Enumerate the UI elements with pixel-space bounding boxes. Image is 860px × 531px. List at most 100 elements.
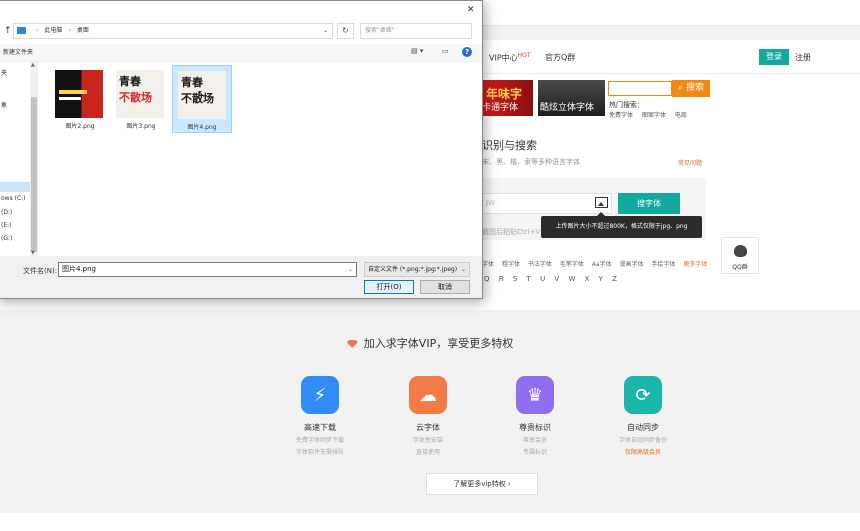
breadcrumb-desktop[interactable]: 桌面 [77,27,89,34]
font-tag[interactable]: 书法字体 [528,261,552,268]
up-arrow-icon[interactable]: ↑ [4,26,12,36]
new-folder-button[interactable]: 新建文件夹 [3,47,33,56]
feature-desc: 免费字体同步下载 [295,437,344,444]
help-icon[interactable]: ? [462,47,472,57]
qq-group-widget[interactable]: QQ群 [721,237,759,274]
hot-badge: HOT [517,52,531,59]
hot-search-link[interactable]: 电商 [675,112,687,119]
font-tag[interactable]: 手绘字体 [651,261,675,268]
view-options-icon[interactable]: ▤ ▾ [411,47,423,55]
nav-item[interactable]: 象 [1,100,7,109]
section-title: 识别与搜索 [482,139,537,152]
close-icon[interactable]: ✕ [467,5,475,15]
footer [0,513,860,531]
letter-link[interactable]: T [527,275,531,283]
thumbnail-graphic [59,90,87,94]
mouse-cursor-icon: ↖ [197,89,206,100]
faq-link[interactable]: 常见问题 [678,158,702,167]
nav-item-drive-e[interactable]: (E:) [1,222,12,229]
letter-link[interactable]: Q [484,275,490,283]
feature-vip-badge: ♛ 尊贵标识 尊享会员 专属标识 [485,376,585,457]
paste-hint: 截图后粘贴Ctrl+V [482,228,541,236]
file-name: 图片2.png [65,123,95,130]
chevron-down-icon[interactable]: ⌄ [348,263,353,276]
chevron-down-icon[interactable]: ⌄ [460,263,466,276]
hot-font-tags: 字体 粗字体 书法字体 毛笔字体 Aa字体 漫画字体 手绘字体 更多字体 [482,259,713,268]
letter-link[interactable]: R [499,275,504,283]
find-font-button[interactable]: 搜字体 [618,193,680,214]
nav-item[interactable]: 夹 [1,68,7,77]
site-search-button[interactable]: ⌕ 搜索 [672,80,710,97]
image-thumbnail [55,70,103,118]
file-item[interactable]: 青春 不散场 图片3.png [111,65,171,133]
nav-official-qq-group[interactable]: 官方Q群 [545,52,575,63]
hot-search-link[interactable]: 图案字体 [642,112,666,119]
font-tag[interactable]: 字体 [482,261,494,268]
font-tag[interactable]: 毛笔字体 [560,261,584,268]
file-name: 图片4.png [187,124,217,131]
chevron-right-icon: › [507,480,511,488]
nav-item-drive-c[interactable]: ows (C:) [1,195,26,202]
nav-vip-center[interactable]: VIP中心HOT [489,52,531,64]
computer-icon [17,27,26,34]
upload-text-input[interactable]: JW [482,193,612,214]
hot-search-link[interactable]: 免费字体 [609,112,633,119]
nav-item-drive-d[interactable]: (D:) [1,209,12,216]
diamond-icon [346,340,358,348]
scrollbar-thumb[interactable] [31,97,37,252]
file-name: 图片3.png [126,123,156,130]
feature-desc: 仅限高级会员 [624,449,661,456]
font-tag[interactable]: 粗字体 [502,261,520,268]
file-type-select[interactable]: 自定义文件 (*.png;*.jpg;*.jpeg) ⌄ [364,262,470,277]
feature-desc: 尊享会员 [522,437,547,444]
image-upload-icon[interactable] [595,197,608,208]
feature-desc: 字体免安装 [412,437,443,444]
letter-link[interactable]: U [540,275,545,283]
sync-icon: ⟳ [624,376,662,414]
address-bar[interactable]: › 此电脑 › 桌面 ⌄ [13,23,333,39]
feature-cloud-font: ☁ 云字体 字体免安装 直接使用 [378,376,478,457]
feature-desc: 字体软件无需排队 [295,449,344,456]
file-item[interactable]: 图片2.png [50,65,110,133]
qq-group-label: QQ群 [732,264,748,271]
banner-3d-font[interactable]: 酷炫立体字体 [538,80,605,116]
scroll-up-icon[interactable]: ▲ [31,62,35,68]
feature-name: 高速下载 [304,423,336,432]
hot-search-label: 热门搜索： [609,101,644,109]
nav-scrollbar[interactable]: ▲ ▼ [30,62,38,256]
file-open-dialog: ✕ ↑ › 此电脑 › 桌面 ⌄ ↻ 搜索"桌面" 新建文件夹 ▤ ▾ ▭ ? 夹 象… [0,0,483,299]
feature-auto-sync: ⟳ 自动同步 字体自动同步备份 仅限高级会员 [593,376,693,457]
font-tag[interactable]: 漫画字体 [619,261,643,268]
feature-desc: 直接使用 [415,449,440,456]
upload-tooltip: 上传图片大小不超过800K，格式仅限于jpg、png [541,212,702,238]
more-vip-button[interactable]: 了解更多vip特权 › [426,473,538,495]
banner-new-year-font[interactable]: 年味字 卡通字体 [482,80,533,116]
lightning-icon: ⚡ [301,376,339,414]
image-thumbnail: 青春 不散场 [116,70,164,118]
letter-link[interactable]: V [554,275,559,283]
nav-item-drive-g[interactable]: (G:) [1,235,12,242]
font-tag[interactable]: Aa字体 [592,261,612,268]
cloud-icon: ☁ [409,376,447,414]
filename-input[interactable]: 图片4.png ⌄ [58,262,357,277]
dialog-search-input[interactable]: 搜索"桌面" [360,23,472,39]
thumbnail-text: 不散场 [119,91,152,104]
letter-link[interactable]: W [568,275,575,283]
letter-link[interactable]: Y [599,275,603,283]
letter-link[interactable]: Z [612,275,617,283]
register-link[interactable]: 注册 [795,52,811,63]
chevron-down-icon[interactable]: ⌄ [323,24,328,38]
refresh-icon[interactable]: ↻ [337,23,354,39]
letter-link[interactable]: S [513,275,517,283]
letter-link[interactable]: X [585,275,590,283]
more-fonts-link[interactable]: 更多字体 [683,261,707,268]
open-button[interactable]: 打开(O) [364,280,414,294]
preview-pane-icon[interactable]: ▭ [442,47,449,55]
site-search-input[interactable] [608,81,672,96]
breadcrumb-this-pc[interactable]: 此电脑 [44,27,62,34]
cancel-button[interactable]: 取消 [420,280,470,294]
feature-name: 尊贵标识 [519,423,551,432]
login-button[interactable]: 登录 [759,49,789,65]
nav-item-selected[interactable] [0,182,31,192]
filename-label: 文件名(N): [23,267,58,275]
